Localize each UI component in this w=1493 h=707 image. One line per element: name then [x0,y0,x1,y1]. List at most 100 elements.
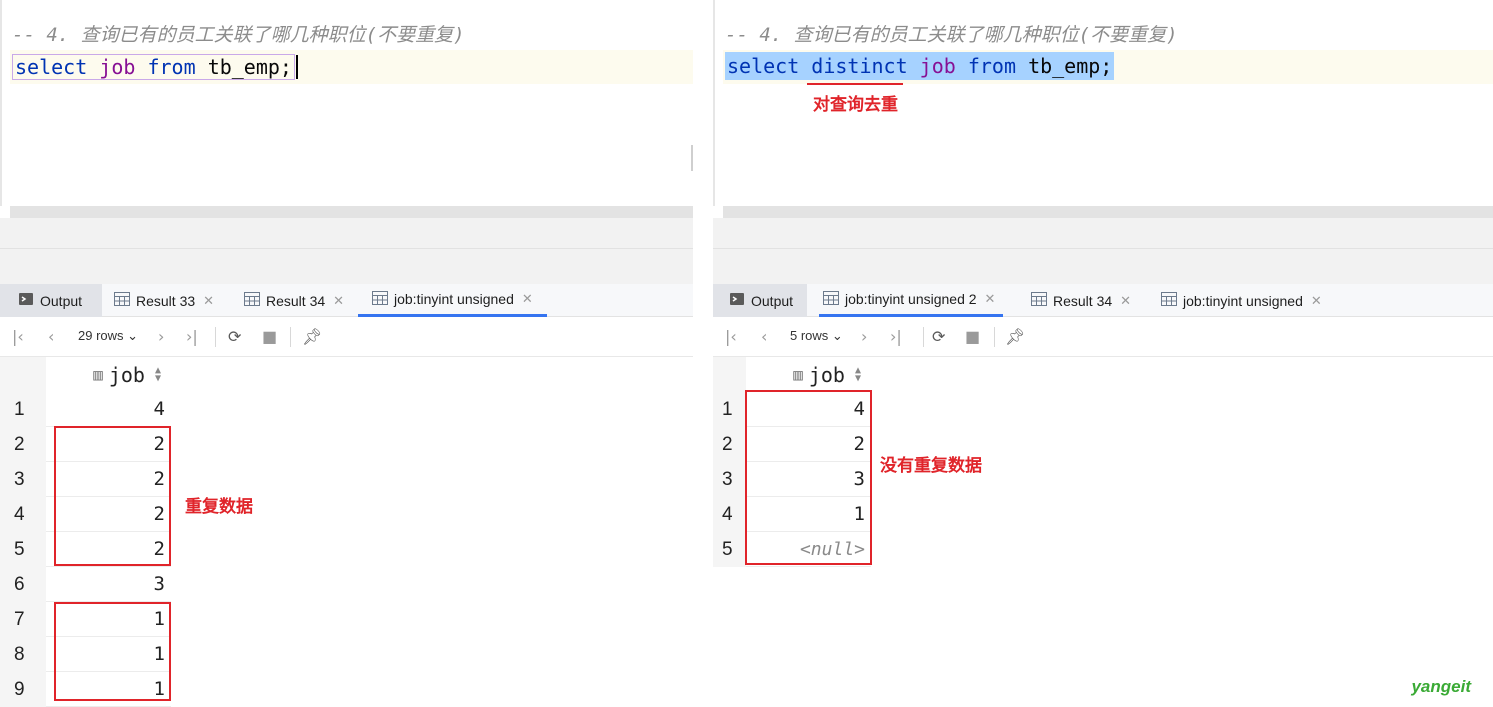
horizontal-scrollbar[interactable] [723,206,1493,218]
first-page-icon[interactable]: |‹ [12,327,24,347]
table-icon [1161,292,1177,309]
tab-job-tinyint[interactable]: job:tinyint unsigned ✕ [1161,284,1322,317]
row-number[interactable]: 5 [713,532,746,567]
tab-label: Output [751,292,794,309]
results-tab-bar: Output Result 33 ✕ Result 34 ✕ job:tinyi… [0,284,693,317]
column-icon: ▥ [93,365,103,384]
toolbar-divider [994,327,995,347]
refresh-icon[interactable]: ⟳ [932,327,945,347]
rows-label: 5 rows [790,328,829,343]
column-header-label: job [108,362,145,387]
row-number[interactable]: 7 [0,602,46,637]
stop-icon[interactable]: ■ [262,327,277,347]
table-name: tb_emp; [207,55,292,79]
sql-statement[interactable]: select distinct job from tb_emp; [725,52,1115,80]
annotation-duplicate: 重复数据 [185,497,253,517]
tab-job-tinyint-2[interactable]: job:tinyint unsigned 2 ✕ [819,284,1004,317]
column-icon: ▥ [793,365,803,384]
current-line: select job from tb_emp; [10,50,693,84]
right-panel: -- 4. 查询已有的员工关联了哪几种职位(不要重复) select disti… [713,0,1493,707]
last-page-icon[interactable]: ›| [890,327,902,347]
row-number[interactable]: 8 [0,637,46,672]
tab-label: job:tinyint unsigned [394,291,514,307]
sort-icon[interactable]: ▲ ▼ [155,365,161,383]
prev-page-icon[interactable]: ‹ [761,327,767,347]
row-number[interactable]: 9 [0,672,46,707]
sql-editor[interactable]: -- 4. 查询已有的员工关联了哪几种职位(不要重复) select disti… [713,0,1493,206]
sort-icon[interactable]: ▲ ▼ [855,365,861,383]
sql-editor[interactable]: -- 4. 查询已有的员工关联了哪几种职位(不要重复) select job f… [0,0,693,206]
column-header-job[interactable]: ▥ job ▲ ▼ [46,357,171,392]
close-icon[interactable]: ✕ [1120,293,1131,309]
table-cell[interactable]: 4 [46,392,171,427]
tab-job-tinyint[interactable]: job:tinyint unsigned ✕ [358,284,547,317]
tab-label: Result 34 [1053,292,1113,309]
tab-result-34[interactable]: Result 34 ✕ [244,284,344,317]
close-icon[interactable]: ✕ [333,293,344,309]
row-number[interactable]: 6 [0,567,46,602]
rows-count-dropdown[interactable]: 5 rows ⌄ [790,328,843,344]
tab-label: Output [40,292,83,309]
keyword-from: from [967,54,1017,78]
tab-result-34[interactable]: Result 34 ✕ [1031,284,1131,317]
highlight-box [54,602,171,701]
tab-output[interactable]: Output [713,284,807,317]
rows-label: 29 rows [78,328,124,343]
editor-scroll-marker [691,145,693,171]
annotation-dedupe: 对查询去重 [813,95,898,115]
toolbar-divider [215,327,216,347]
left-panel: -- 4. 查询已有的员工关联了哪几种职位(不要重复) select job f… [0,0,693,707]
last-page-icon[interactable]: ›| [186,327,198,347]
sql-statement[interactable]: select job from tb_emp; [12,54,295,80]
rows-count-dropdown[interactable]: 29 rows ⌄ [78,328,138,344]
current-line: select distinct job from tb_emp; [723,50,1493,84]
tab-output[interactable]: Output [0,284,102,317]
tab-label: job:tinyint unsigned [1183,292,1303,309]
table-icon [114,292,130,309]
tab-label: job:tinyint unsigned 2 [845,291,977,307]
table-icon [244,292,260,309]
row-number[interactable]: 3 [713,462,746,497]
next-page-icon[interactable]: › [158,327,164,347]
row-number[interactable]: 5 [0,532,46,567]
annotation-underline [807,83,903,85]
tab-label: Result 33 [136,292,196,309]
row-number[interactable]: 2 [713,427,746,462]
tab-result-33[interactable]: Result 33 ✕ [114,284,214,317]
close-icon[interactable]: ✕ [1311,293,1322,309]
toolbar-divider [923,327,924,347]
row-number[interactable]: 1 [0,392,46,427]
keyword-distinct: distinct [811,54,908,78]
tab-label: Result 34 [266,292,326,309]
next-page-icon[interactable]: › [861,327,867,347]
first-page-icon[interactable]: |‹ [725,327,737,347]
close-icon[interactable]: ✕ [522,291,533,307]
row-number[interactable]: 4 [0,497,46,532]
prev-page-icon[interactable]: ‹ [48,327,54,347]
text-caret [296,55,298,79]
horizontal-scrollbar[interactable] [10,206,693,218]
row-number[interactable]: 3 [0,462,46,497]
pin-icon[interactable]: 📌︎ [302,327,322,347]
close-icon[interactable]: ✕ [985,291,996,307]
close-icon[interactable]: ✕ [203,293,214,309]
results-toolbar: |‹ ‹ 29 rows ⌄ › ›| ⟳ ■ 📌︎ [0,317,693,357]
column-header-label: job [808,362,845,387]
row-number[interactable]: 2 [0,427,46,462]
refresh-icon[interactable]: ⟳ [228,327,241,347]
stop-icon[interactable]: ■ [965,327,980,347]
keyword-from: from [147,55,196,79]
column-header-job[interactable]: ▥ job ▲ ▼ [746,357,871,392]
keyword-select: select [727,54,800,78]
column-job: job [99,55,136,79]
table-icon [372,290,388,308]
results-tab-bar: Output job:tinyint unsigned 2 ✕ Result 3… [713,284,1493,317]
row-number[interactable]: 4 [713,497,746,532]
pin-icon[interactable]: 📌︎ [1005,327,1025,347]
keyword-select: select [15,55,88,79]
console-icon [729,291,745,310]
chevron-down-icon: ⌄ [831,328,843,343]
table-icon [1031,292,1047,309]
row-number[interactable]: 1 [713,392,746,427]
table-cell[interactable]: 3 [46,567,171,602]
